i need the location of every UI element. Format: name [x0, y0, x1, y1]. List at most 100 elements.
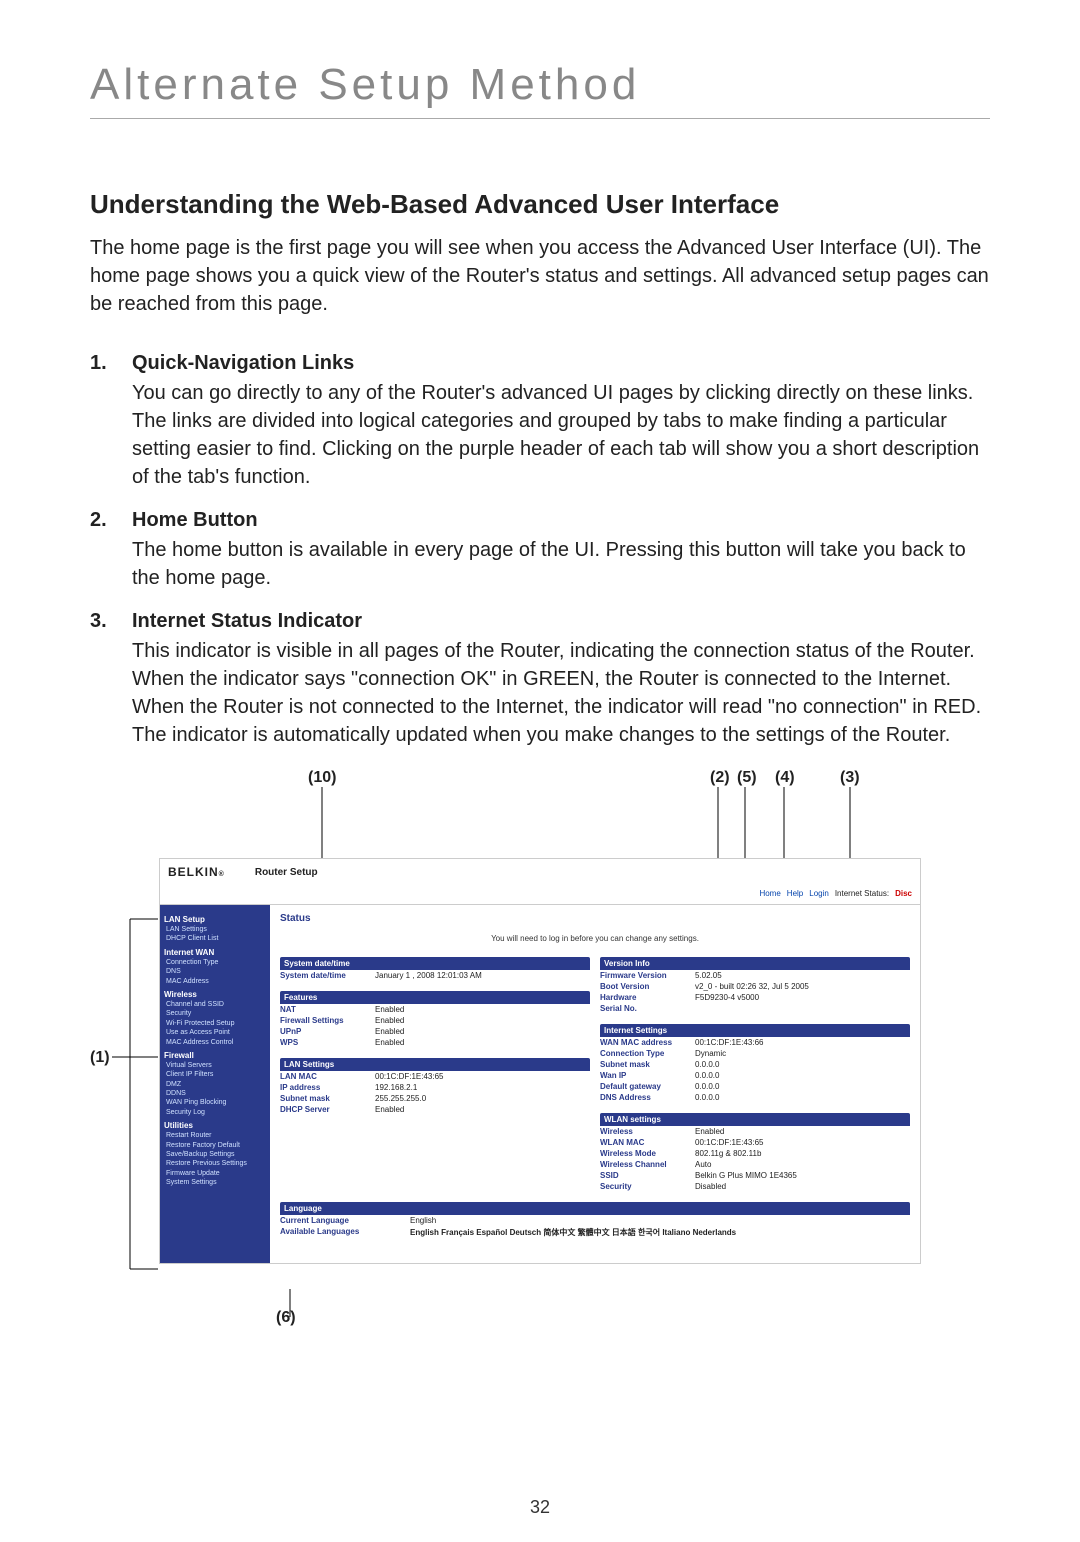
sidebar-item[interactable]: Connection Type [166, 959, 266, 967]
kv-value: Enabled [375, 1038, 590, 1047]
kv-row: Current LanguageEnglish [280, 1215, 910, 1226]
kv-value: Auto [695, 1160, 910, 1169]
sidebar-item[interactable]: Security Log [166, 1109, 266, 1117]
list-item-1: Quick-Navigation Links You can go direct… [90, 352, 990, 491]
kv-row: Connection TypeDynamic [600, 1048, 910, 1059]
kv-value: Enabled [375, 1016, 590, 1025]
kv-key: System date/time [280, 971, 375, 980]
kv-key: Firewall Settings [280, 1016, 375, 1025]
sidebar-item[interactable]: Security [166, 1010, 266, 1018]
item-body: You can go directly to any of the Router… [132, 379, 990, 491]
box-internet-settings: Internet SettingsWAN MAC address00:1C:DF… [600, 1024, 910, 1103]
kv-row: Wireless ChannelAuto [600, 1159, 910, 1170]
sidebar-item[interactable]: System Settings [166, 1179, 266, 1187]
kv-key: Firmware Version [600, 971, 695, 980]
callout-5: (5) [737, 769, 757, 787]
sidebar-item[interactable]: LAN Settings [166, 926, 266, 934]
box-language: LanguageCurrent LanguageEnglishAvailable… [280, 1202, 910, 1239]
login-link[interactable]: Login [809, 889, 829, 898]
sidebar-item[interactable]: Firmware Update [166, 1170, 266, 1178]
box-system-date: System date/timeSystem date/timeJanuary … [280, 957, 590, 981]
sidebar-heading[interactable]: Utilities [164, 1121, 266, 1130]
sidebar-heading[interactable]: Firewall [164, 1051, 266, 1060]
kv-row: WAN MAC address00:1C:DF:1E:43:66 [600, 1037, 910, 1048]
kv-row: Firewall SettingsEnabled [280, 1015, 590, 1026]
sidebar-item[interactable]: WAN Ping Blocking [166, 1099, 266, 1107]
page-number: 32 [0, 1497, 1080, 1518]
sidebar-item[interactable]: DMZ [166, 1081, 266, 1089]
sidebar-item[interactable]: Save/Backup Settings [166, 1151, 266, 1159]
box-features: FeaturesNATEnabledFirewall SettingsEnabl… [280, 991, 590, 1048]
kv-value: English [410, 1216, 910, 1225]
sidebar-item[interactable]: Client IP Filters [166, 1071, 266, 1079]
sidebar-item[interactable]: Use as Access Point [166, 1029, 266, 1037]
sidebar-item[interactable]: MAC Address [166, 978, 266, 986]
kv-value: Dynamic [695, 1049, 910, 1058]
sidebar: LAN Setup LAN SettingsDHCP Client List Int… [160, 905, 270, 1263]
sidebar-item[interactable]: DHCP Client List [166, 935, 266, 943]
sidebar-item[interactable]: DDNS [166, 1090, 266, 1098]
list-item-3: Internet Status Indicator This indicator… [90, 610, 990, 749]
kv-value: 192.168.2.1 [375, 1083, 590, 1092]
kv-value: 0.0.0.0 [695, 1082, 910, 1091]
kv-value: F5D9230-4 v5000 [695, 993, 910, 1002]
kv-key: Connection Type [600, 1049, 695, 1058]
kv-row: System date/timeJanuary 1 , 2008 12:01:0… [280, 970, 590, 981]
sidebar-item[interactable]: Wi-Fi Protected Setup [166, 1020, 266, 1028]
sidebar-heading[interactable]: Internet WAN [164, 948, 266, 957]
kv-key: WAN MAC address [600, 1038, 695, 1047]
kv-row: Available LanguagesEnglish Français Espa… [280, 1226, 910, 1239]
kv-key: UPnP [280, 1027, 375, 1036]
kv-value: January 1 , 2008 12:01:03 AM [375, 971, 590, 980]
kv-key: Subnet mask [280, 1094, 375, 1103]
sidebar-item[interactable]: Channel and SSID [166, 1001, 266, 1009]
kv-key: Wireless Channel [600, 1160, 695, 1169]
page-title: Alternate Setup Method [90, 60, 990, 110]
kv-key: Subnet mask [600, 1060, 695, 1069]
callout-3: (3) [840, 769, 860, 787]
kv-row: WirelessEnabled [600, 1126, 910, 1137]
box-heading: Version Info [600, 957, 910, 970]
kv-row: Default gateway0.0.0.0 [600, 1081, 910, 1092]
sidebar-item[interactable]: DNS [166, 968, 266, 976]
box-heading: Features [280, 991, 590, 1004]
home-link[interactable]: Home [759, 889, 780, 898]
kv-row: DNS Address0.0.0.0 [600, 1092, 910, 1103]
box-lan-settings: LAN SettingsLAN MAC00:1C:DF:1E:43:65IP a… [280, 1058, 590, 1115]
kv-row: Wireless Mode802.11g & 802.11b [600, 1148, 910, 1159]
box-heading: Language [280, 1202, 910, 1215]
kv-key: SSID [600, 1171, 695, 1180]
status-label: Internet Status: [835, 889, 889, 898]
sidebar-item[interactable]: MAC Address Control [166, 1039, 266, 1047]
kv-value [695, 1004, 910, 1013]
sidebar-item[interactable]: Virtual Servers [166, 1062, 266, 1070]
kv-value: Enabled [375, 1027, 590, 1036]
sidebar-item[interactable]: Restore Factory Default [166, 1142, 266, 1150]
kv-value: Enabled [695, 1127, 910, 1136]
item-body: This indicator is visible in all pages o… [132, 637, 990, 749]
callout-4: (4) [775, 769, 795, 787]
kv-key: WPS [280, 1038, 375, 1047]
kv-value: 5.02.05 [695, 971, 910, 980]
shot-header: BELKIN® Router Setup [160, 859, 920, 885]
item-title: Home Button [132, 509, 990, 532]
sidebar-heading[interactable]: Wireless [164, 990, 266, 999]
kv-value: 00:1C:DF:1E:43:65 [695, 1138, 910, 1147]
list-item-2: Home Button The home button is available… [90, 509, 990, 592]
kv-value: v2_0 - built 02:26 32, Jul 5 2005 [695, 982, 910, 991]
sidebar-heading[interactable]: LAN Setup [164, 915, 266, 924]
kv-value: Enabled [375, 1105, 590, 1114]
sidebar-item[interactable]: Restore Previous Settings [166, 1160, 266, 1168]
help-link[interactable]: Help [787, 889, 803, 898]
kv-row: SecurityDisabled [600, 1181, 910, 1192]
callout-1: (1) [90, 1049, 110, 1067]
kv-row: Serial No. [600, 1003, 910, 1014]
sidebar-item[interactable]: Restart Router [166, 1132, 266, 1140]
box-version-info: Version InfoFirmware Version5.02.05Boot … [600, 957, 910, 1014]
box-wlan-settings: WLAN settingsWirelessEnabledWLAN MAC00:1… [600, 1113, 910, 1192]
kv-key: DHCP Server [280, 1105, 375, 1114]
kv-key: NAT [280, 1005, 375, 1014]
kv-key: DNS Address [600, 1093, 695, 1102]
kv-row: Subnet mask255.255.255.0 [280, 1093, 590, 1104]
numbered-list: Quick-Navigation Links You can go direct… [90, 352, 990, 749]
